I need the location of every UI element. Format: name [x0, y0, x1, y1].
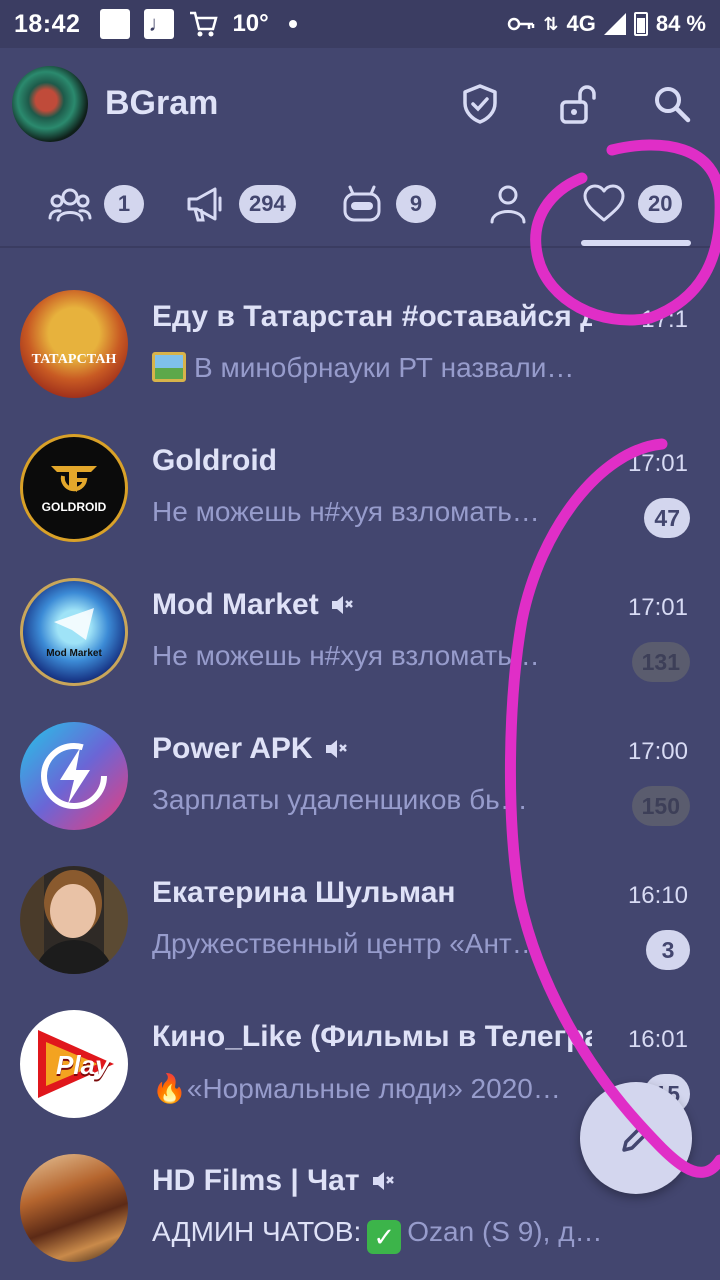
pencil-icon	[622, 1124, 650, 1152]
avatar-label: ТАТАРСТАН	[31, 352, 117, 367]
portrait-face	[50, 884, 96, 938]
chat-preview: Зарплаты удаленщиков бь…	[152, 784, 528, 815]
chat-preview: Не можешь н#хуя взломать…	[152, 496, 540, 527]
avatar-label: GOLDROID	[41, 500, 107, 514]
status-temperature: 10°	[232, 10, 269, 37]
chat-name: HD Films | Чат	[152, 1164, 396, 1198]
tab-badge: 20	[638, 185, 683, 223]
chat-time: 16:01	[627, 1026, 688, 1053]
notification-square-icon	[100, 9, 131, 39]
tab-badge: 9	[396, 185, 436, 223]
music-note-icon: ♩	[144, 9, 175, 39]
data-arrows-icon: ⇅	[543, 13, 559, 34]
chat-preview: Не можешь н#хуя взломать…	[152, 640, 540, 671]
groups-icon	[48, 188, 92, 222]
chat-name: Goldroid	[152, 444, 277, 477]
chat-time: 17:01	[627, 594, 688, 621]
signal-icon	[603, 13, 626, 35]
unread-badge: 131	[631, 642, 690, 682]
chat-row[interactable]: ТАТАРСТАН Еду в Татарстан #оставайся дом…	[0, 268, 720, 412]
shield-check-icon[interactable]	[458, 82, 502, 126]
fire-icon: 🔥	[152, 1073, 187, 1104]
unread-badge: 47	[644, 498, 690, 538]
lightning-icon	[41, 743, 107, 809]
chat-avatar	[20, 722, 128, 830]
chat-avatar	[20, 866, 128, 974]
portrait-shoulders	[34, 940, 114, 974]
chat-time: 17:1	[641, 306, 688, 333]
chat-name: Екатерина Шульман	[152, 876, 456, 909]
paper-plane-icon	[54, 607, 94, 640]
unread-badge: 3	[646, 930, 690, 970]
chat-row[interactable]: Mod Market Mod Market 17:01 Не можешь н#…	[0, 556, 720, 700]
cart-icon	[190, 11, 219, 37]
profile-avatar[interactable]	[12, 66, 88, 142]
chat-avatar: GOLDROID	[20, 434, 128, 542]
heart-icon	[583, 184, 625, 222]
folder-tabs: 1 294 9 20	[0, 160, 720, 248]
unread-badge: 150	[631, 786, 690, 826]
user-icon	[490, 185, 526, 224]
chat-row[interactable]: GOLDROID Goldroid 17:01 Не можешь н#хуя …	[0, 412, 720, 556]
megaphone-icon	[187, 187, 222, 222]
goldroid-logo-icon	[51, 466, 97, 492]
chat-time: 17:00	[627, 738, 688, 765]
vpn-key-icon	[508, 17, 535, 31]
chat-preview: В минобрнауки РТ назвали…	[152, 352, 574, 384]
status-time: 18:42	[14, 9, 81, 38]
chat-avatar: Play	[20, 1010, 128, 1118]
chat-avatar: Mod Market	[20, 578, 128, 686]
network-type: 4G	[566, 11, 596, 36]
check-mark-icon: ✓	[367, 1220, 402, 1254]
compose-fab[interactable]	[580, 1082, 692, 1194]
tab-channels[interactable]: 294	[183, 182, 296, 226]
muted-icon	[325, 740, 347, 758]
chat-preview: АДМИН ЧАТОВ: ✓ Ozan (S 9), д…	[152, 1216, 603, 1254]
battery-icon	[633, 12, 648, 36]
tab-bots[interactable]: 9	[340, 182, 436, 226]
notification-icons: ♩ 10°	[100, 9, 297, 39]
tab-favorites[interactable]: 20	[582, 182, 683, 226]
avatar-label: Play	[56, 1050, 110, 1080]
chat-time: 16:10	[627, 882, 688, 909]
chat-name: Power APK	[152, 732, 349, 766]
app-title: BGram	[105, 84, 219, 122]
tab-contacts[interactable]	[486, 182, 530, 226]
chat-avatar	[20, 1154, 128, 1262]
chat-row[interactable]: Екатерина Шульман 16:10 Дружественный це…	[0, 844, 720, 988]
search-icon[interactable]	[650, 82, 694, 126]
chat-preview: 🔥«Нормальные люди» 2020…	[152, 1073, 561, 1104]
tab-groups[interactable]: 1	[48, 182, 144, 226]
status-bar: 18:42 ♩ 10° ⇅ 4G 84 %	[0, 0, 720, 48]
tab-badge: 1	[104, 185, 144, 223]
chat-name: Кино_Like (Фильмы в Телеграм)	[152, 1020, 592, 1053]
chat-avatar: ТАТАРСТАН	[20, 290, 128, 398]
muted-icon	[331, 596, 353, 614]
status-right: ⇅ 4G 84 %	[507, 11, 706, 37]
muted-icon	[372, 1172, 394, 1190]
chat-row[interactable]: Power APK 17:00 Зарплаты удаленщиков бь……	[0, 700, 720, 844]
tab-badge: 294	[239, 185, 296, 223]
avatar-label: Mod Market	[46, 647, 102, 659]
chat-name: Mod Market	[152, 588, 355, 622]
picture-icon	[152, 352, 186, 382]
chat-time: 17:01	[627, 450, 688, 477]
chat-preview: Дружественный центр «Ант…	[152, 928, 540, 959]
status-dot-icon	[288, 20, 297, 28]
chat-name: Еду в Татарстан #оставайся дома	[152, 300, 592, 333]
app-header: BGram	[0, 48, 720, 160]
bot-icon	[343, 185, 381, 222]
active-tab-indicator	[581, 240, 691, 246]
unlock-icon[interactable]	[556, 82, 600, 126]
battery-level: 84 %	[655, 11, 706, 36]
